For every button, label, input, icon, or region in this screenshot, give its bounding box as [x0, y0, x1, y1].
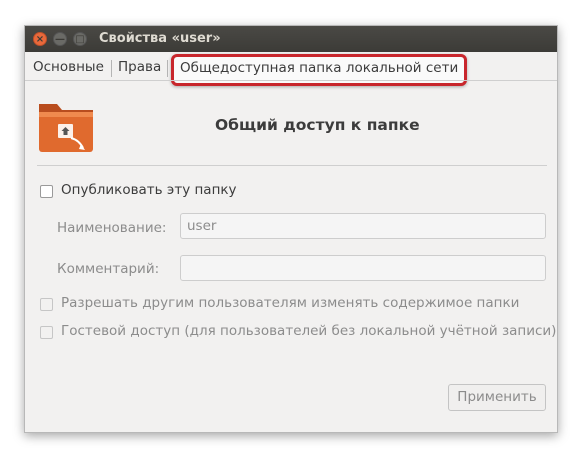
publish-folder-checkbox[interactable] — [40, 185, 53, 198]
allow-modify-label[interactable]: Разрешать другим пользователям изменять … — [61, 295, 519, 311]
tab-divider — [25, 80, 557, 81]
tab-permissions[interactable]: Права — [118, 59, 161, 79]
tab-separator — [111, 60, 112, 77]
close-window-button[interactable]: × — [33, 32, 47, 46]
section-divider — [37, 165, 547, 166]
section-heading: Общий доступ к папке — [215, 116, 420, 134]
comment-field[interactable] — [180, 255, 546, 281]
apply-button[interactable]: Применить — [448, 384, 546, 411]
window-title: Свойства «user» — [99, 31, 221, 46]
maximize-window-button[interactable]: □ — [73, 32, 87, 46]
minimize-window-button[interactable]: — — [53, 32, 67, 46]
title-bar: × — □ Свойства «user» — [25, 26, 557, 52]
guest-access-checkbox[interactable] — [40, 326, 53, 339]
properties-window: × — □ Свойства «user» Основные Права Общ… — [24, 25, 558, 433]
comment-label: Комментарий: — [57, 261, 160, 277]
tab-bar: Основные Права Общедоступная папка локал… — [25, 53, 557, 86]
publish-folder-label[interactable]: Опубликовать эту папку — [61, 182, 237, 198]
name-field[interactable]: user — [180, 213, 546, 239]
allow-modify-checkbox[interactable] — [40, 298, 53, 311]
tab-local-network-share[interactable]: Общедоступная папка локальной сети — [171, 54, 468, 86]
tab-basic[interactable]: Основные — [33, 59, 104, 79]
tab-separator — [167, 60, 168, 77]
shared-folder-icon — [39, 104, 93, 152]
guest-access-label[interactable]: Гостевой доступ (для пользователей без л… — [61, 323, 556, 339]
name-label: Наименование: — [57, 220, 167, 236]
